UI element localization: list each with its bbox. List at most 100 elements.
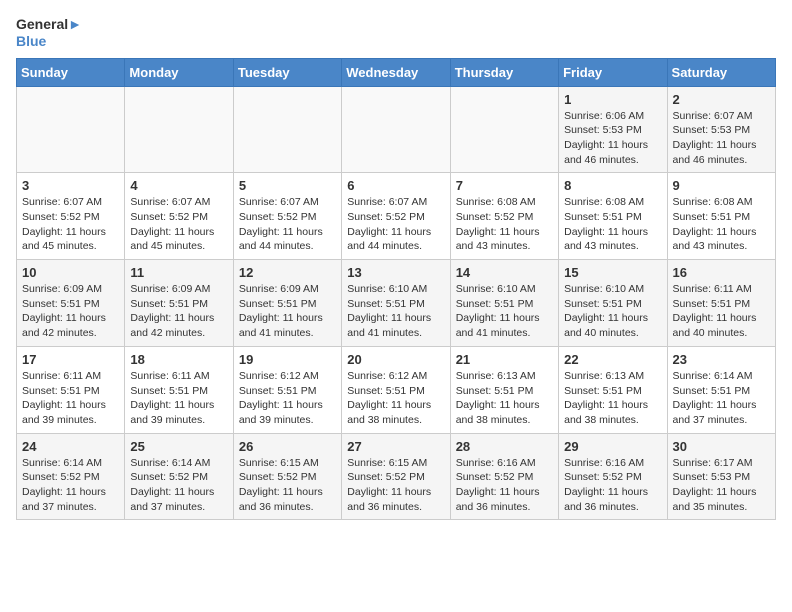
day-number: 24	[22, 439, 119, 454]
day-number: 26	[239, 439, 336, 454]
calendar-cell: 26 Sunrise: 6:15 AM Sunset: 5:52 PM Dayli…	[233, 433, 341, 520]
day-number: 2	[673, 92, 770, 107]
day-info: Sunrise: 6:09 AM Sunset: 5:51 PM Dayligh…	[130, 282, 227, 341]
calendar-cell	[342, 86, 450, 173]
calendar-cell: 19 Sunrise: 6:12 AM Sunset: 5:51 PM Dayli…	[233, 346, 341, 433]
calendar-cell: 6 Sunrise: 6:07 AM Sunset: 5:52 PM Daylig…	[342, 173, 450, 260]
day-number: 3	[22, 178, 119, 193]
day-number: 23	[673, 352, 770, 367]
calendar-cell	[233, 86, 341, 173]
day-number: 5	[239, 178, 336, 193]
day-number: 6	[347, 178, 444, 193]
day-number: 30	[673, 439, 770, 454]
day-info: Sunrise: 6:10 AM Sunset: 5:51 PM Dayligh…	[456, 282, 553, 341]
day-info: Sunrise: 6:11 AM Sunset: 5:51 PM Dayligh…	[22, 369, 119, 428]
day-number: 16	[673, 265, 770, 280]
calendar-week-row: 1Sunrise: 6:06 AM Sunset: 5:53 PM Daylig…	[17, 86, 776, 173]
day-number: 4	[130, 178, 227, 193]
calendar-table: SundayMondayTuesdayWednesdayThursdayFrid…	[16, 58, 776, 521]
day-info: Sunrise: 6:14 AM Sunset: 5:52 PM Dayligh…	[22, 456, 119, 515]
day-info: Sunrise: 6:14 AM Sunset: 5:51 PM Dayligh…	[673, 369, 770, 428]
day-info: Sunrise: 6:15 AM Sunset: 5:52 PM Dayligh…	[347, 456, 444, 515]
day-info: Sunrise: 6:15 AM Sunset: 5:52 PM Dayligh…	[239, 456, 336, 515]
day-number: 22	[564, 352, 661, 367]
day-info: Sunrise: 6:12 AM Sunset: 5:51 PM Dayligh…	[347, 369, 444, 428]
day-number: 13	[347, 265, 444, 280]
calendar-cell: 3 Sunrise: 6:07 AM Sunset: 5:52 PM Daylig…	[17, 173, 125, 260]
calendar-cell: 23 Sunrise: 6:14 AM Sunset: 5:51 PM Dayli…	[667, 346, 775, 433]
day-number: 27	[347, 439, 444, 454]
calendar-cell: 17Sunrise: 6:11 AM Sunset: 5:51 PM Dayli…	[17, 346, 125, 433]
weekday-header-sunday: Sunday	[17, 58, 125, 86]
weekday-header-wednesday: Wednesday	[342, 58, 450, 86]
logo-text: General►Blue	[16, 16, 82, 50]
calendar-cell: 4 Sunrise: 6:07 AM Sunset: 5:52 PM Daylig…	[125, 173, 233, 260]
weekday-header-row: SundayMondayTuesdayWednesdayThursdayFrid…	[17, 58, 776, 86]
calendar-cell: 27 Sunrise: 6:15 AM Sunset: 5:52 PM Dayli…	[342, 433, 450, 520]
day-info: Sunrise: 6:16 AM Sunset: 5:52 PM Dayligh…	[456, 456, 553, 515]
calendar-body: 1Sunrise: 6:06 AM Sunset: 5:53 PM Daylig…	[17, 86, 776, 520]
calendar-cell: 1Sunrise: 6:06 AM Sunset: 5:53 PM Daylig…	[559, 86, 667, 173]
day-number: 25	[130, 439, 227, 454]
page-header: General►Blue	[16, 16, 776, 50]
calendar-cell: 29 Sunrise: 6:16 AM Sunset: 5:52 PM Dayli…	[559, 433, 667, 520]
calendar-cell: 21 Sunrise: 6:13 AM Sunset: 5:51 PM Dayli…	[450, 346, 558, 433]
calendar-cell	[450, 86, 558, 173]
weekday-header-saturday: Saturday	[667, 58, 775, 86]
day-number: 15	[564, 265, 661, 280]
day-number: 28	[456, 439, 553, 454]
calendar-cell: 2 Sunrise: 6:07 AM Sunset: 5:53 PM Daylig…	[667, 86, 775, 173]
day-number: 19	[239, 352, 336, 367]
day-info: Sunrise: 6:13 AM Sunset: 5:51 PM Dayligh…	[564, 369, 661, 428]
day-info: Sunrise: 6:10 AM Sunset: 5:51 PM Dayligh…	[347, 282, 444, 341]
calendar-header: SundayMondayTuesdayWednesdayThursdayFrid…	[17, 58, 776, 86]
day-info: Sunrise: 6:12 AM Sunset: 5:51 PM Dayligh…	[239, 369, 336, 428]
day-info: Sunrise: 6:10 AM Sunset: 5:51 PM Dayligh…	[564, 282, 661, 341]
day-info: Sunrise: 6:07 AM Sunset: 5:52 PM Dayligh…	[130, 195, 227, 254]
day-info: Sunrise: 6:08 AM Sunset: 5:51 PM Dayligh…	[673, 195, 770, 254]
calendar-cell	[17, 86, 125, 173]
day-number: 21	[456, 352, 553, 367]
day-number: 8	[564, 178, 661, 193]
calendar-cell: 30 Sunrise: 6:17 AM Sunset: 5:53 PM Dayli…	[667, 433, 775, 520]
day-info: Sunrise: 6:07 AM Sunset: 5:53 PM Dayligh…	[673, 109, 770, 168]
day-number: 18	[130, 352, 227, 367]
calendar-cell: 9Sunrise: 6:08 AM Sunset: 5:51 PM Daylig…	[667, 173, 775, 260]
day-info: Sunrise: 6:14 AM Sunset: 5:52 PM Dayligh…	[130, 456, 227, 515]
calendar-cell: 7Sunrise: 6:08 AM Sunset: 5:52 PM Daylig…	[450, 173, 558, 260]
day-number: 11	[130, 265, 227, 280]
calendar-cell: 10 Sunrise: 6:09 AM Sunset: 5:51 PM Dayli…	[17, 260, 125, 347]
day-info: Sunrise: 6:16 AM Sunset: 5:52 PM Dayligh…	[564, 456, 661, 515]
day-info: Sunrise: 6:07 AM Sunset: 5:52 PM Dayligh…	[347, 195, 444, 254]
day-info: Sunrise: 6:11 AM Sunset: 5:51 PM Dayligh…	[673, 282, 770, 341]
day-info: Sunrise: 6:07 AM Sunset: 5:52 PM Dayligh…	[22, 195, 119, 254]
day-info: Sunrise: 6:08 AM Sunset: 5:51 PM Dayligh…	[564, 195, 661, 254]
day-number: 7	[456, 178, 553, 193]
weekday-header-monday: Monday	[125, 58, 233, 86]
calendar-cell: 13 Sunrise: 6:10 AM Sunset: 5:51 PM Dayli…	[342, 260, 450, 347]
calendar-cell: 8 Sunrise: 6:08 AM Sunset: 5:51 PM Daylig…	[559, 173, 667, 260]
calendar-cell: 14 Sunrise: 6:10 AM Sunset: 5:51 PM Dayli…	[450, 260, 558, 347]
day-info: Sunrise: 6:07 AM Sunset: 5:52 PM Dayligh…	[239, 195, 336, 254]
calendar-week-row: 3 Sunrise: 6:07 AM Sunset: 5:52 PM Daylig…	[17, 173, 776, 260]
day-number: 1	[564, 92, 661, 107]
weekday-header-friday: Friday	[559, 58, 667, 86]
day-info: Sunrise: 6:17 AM Sunset: 5:53 PM Dayligh…	[673, 456, 770, 515]
calendar-week-row: 10 Sunrise: 6:09 AM Sunset: 5:51 PM Dayli…	[17, 260, 776, 347]
day-number: 12	[239, 265, 336, 280]
day-info: Sunrise: 6:11 AM Sunset: 5:51 PM Dayligh…	[130, 369, 227, 428]
day-number: 14	[456, 265, 553, 280]
day-number: 29	[564, 439, 661, 454]
calendar-cell: 25 Sunrise: 6:14 AM Sunset: 5:52 PM Dayli…	[125, 433, 233, 520]
calendar-cell: 11 Sunrise: 6:09 AM Sunset: 5:51 PM Dayli…	[125, 260, 233, 347]
calendar-week-row: 17Sunrise: 6:11 AM Sunset: 5:51 PM Dayli…	[17, 346, 776, 433]
calendar-cell: 22 Sunrise: 6:13 AM Sunset: 5:51 PM Dayli…	[559, 346, 667, 433]
calendar-cell: 28 Sunrise: 6:16 AM Sunset: 5:52 PM Dayli…	[450, 433, 558, 520]
day-info: Sunrise: 6:09 AM Sunset: 5:51 PM Dayligh…	[22, 282, 119, 341]
weekday-header-thursday: Thursday	[450, 58, 558, 86]
calendar-week-row: 24 Sunrise: 6:14 AM Sunset: 5:52 PM Dayli…	[17, 433, 776, 520]
calendar-cell: 15 Sunrise: 6:10 AM Sunset: 5:51 PM Dayli…	[559, 260, 667, 347]
day-number: 20	[347, 352, 444, 367]
day-info: Sunrise: 6:13 AM Sunset: 5:51 PM Dayligh…	[456, 369, 553, 428]
day-number: 10	[22, 265, 119, 280]
